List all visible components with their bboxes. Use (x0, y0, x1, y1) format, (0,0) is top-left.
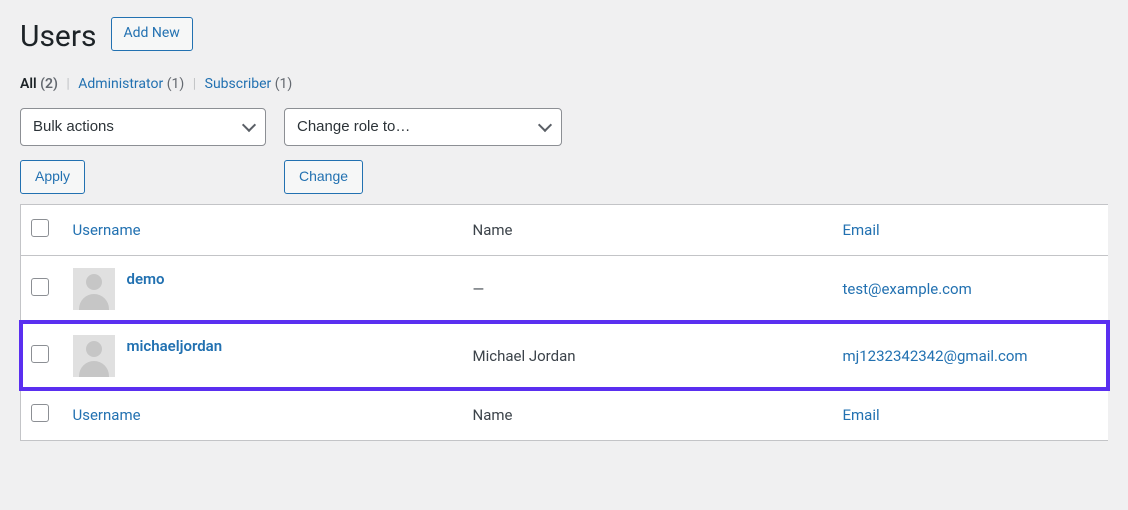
row-checkbox[interactable] (31, 278, 49, 296)
role-filter-bar: All (2) | Administrator (1) | Subscriber… (20, 76, 1108, 92)
display-name: — (473, 280, 485, 298)
column-footer-email[interactable]: Email (843, 406, 880, 424)
filter-all[interactable]: All (2) (20, 76, 61, 92)
column-footer-username[interactable]: Username (73, 406, 141, 424)
filter-admin-label: Administrator (78, 76, 163, 92)
display-name: Michael Jordan (473, 347, 576, 365)
select-all-checkbox[interactable] (31, 219, 49, 237)
email-link[interactable]: test@example.com (843, 280, 972, 298)
filter-subscriber-label: Subscriber (205, 76, 272, 92)
column-header-name: Name (473, 221, 513, 239)
row-checkbox[interactable] (31, 345, 49, 363)
filter-admin-count: (1) (167, 76, 185, 92)
apply-button[interactable]: Apply (20, 160, 85, 194)
table-row: demo — test@example.com (21, 255, 1109, 322)
column-header-email[interactable]: Email (843, 221, 880, 239)
add-new-button[interactable]: Add New (111, 17, 193, 51)
column-header-username[interactable]: Username (73, 221, 141, 239)
table-row: michaeljordan Michael Jordan mj123234234… (21, 322, 1109, 389)
separator: | (61, 76, 74, 92)
avatar-icon (73, 335, 115, 377)
select-all-checkbox-footer[interactable] (31, 404, 49, 422)
username-link[interactable]: demo (127, 268, 165, 288)
filter-all-count: (2) (40, 76, 58, 92)
filter-subscriber[interactable]: Subscriber (1) (205, 76, 293, 92)
change-button[interactable]: Change (284, 160, 363, 194)
filter-subscriber-count: (1) (275, 76, 293, 92)
users-table: Username Name Email demo — test@example.… (20, 204, 1108, 441)
email-link[interactable]: mj1232342342@gmail.com (843, 347, 1028, 365)
username-link[interactable]: michaeljordan (127, 335, 223, 355)
separator: | (188, 76, 201, 92)
avatar-icon (73, 268, 115, 310)
column-footer-name: Name (473, 406, 513, 424)
filter-administrator[interactable]: Administrator (1) (78, 76, 187, 92)
change-role-select[interactable]: Change role to… (284, 108, 562, 146)
page-title: Users (20, 10, 97, 58)
bulk-actions-select[interactable]: Bulk actions (20, 108, 266, 146)
filter-all-label: All (20, 76, 37, 92)
